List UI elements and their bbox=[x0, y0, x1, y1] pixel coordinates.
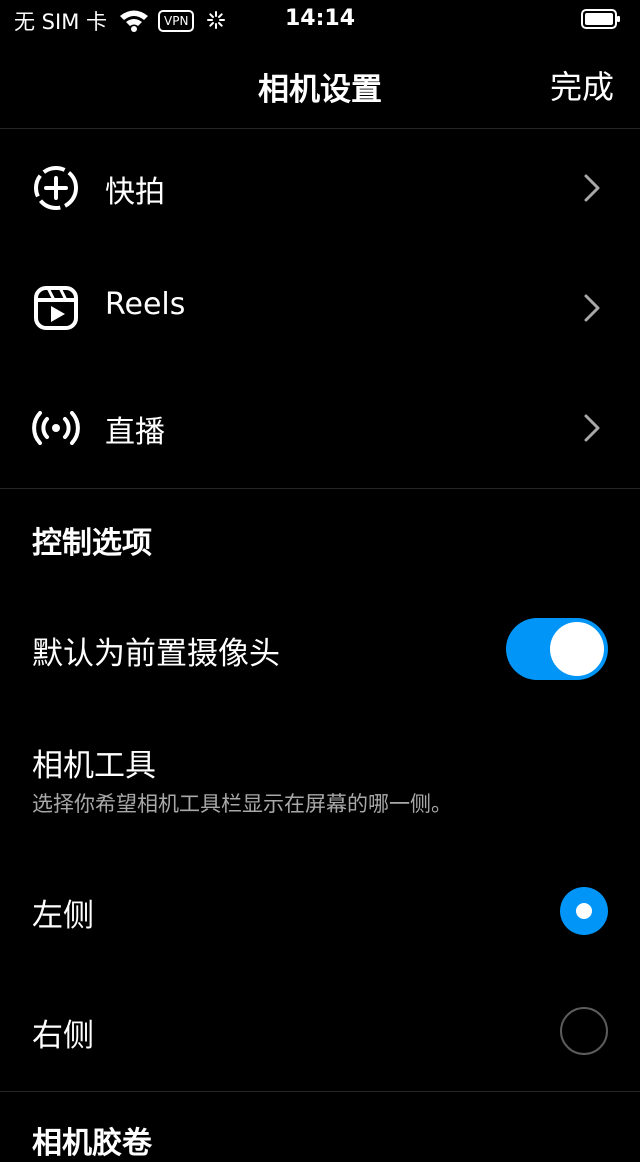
radio-right[interactable] bbox=[560, 1007, 608, 1055]
menu-item-label: Reels bbox=[105, 287, 186, 322]
toggle-knob bbox=[550, 622, 604, 676]
nav-bar: 相机设置 完成 bbox=[0, 40, 640, 129]
chevron-right-icon bbox=[584, 174, 600, 202]
clock: 14:14 bbox=[284, 6, 356, 31]
section-title-controls: 控制选项 bbox=[32, 526, 152, 561]
battery-icon bbox=[581, 9, 620, 29]
camera-tools-subtitle: 选择你希望相机工具栏显示在屏幕的哪一侧。 bbox=[32, 792, 452, 816]
reels-icon bbox=[34, 286, 78, 330]
option-right-label: 右侧 bbox=[32, 1018, 94, 1054]
page-title: 相机设置 bbox=[258, 72, 382, 108]
radio-left[interactable] bbox=[560, 887, 608, 935]
menu-item-label: 直播 bbox=[105, 415, 165, 450]
live-broadcast-icon bbox=[32, 411, 80, 445]
menu-item-story[interactable]: 快拍 bbox=[0, 128, 640, 248]
status-bar: 无 SIM 卡 VPN 14:14 bbox=[0, 0, 640, 40]
front-camera-label: 默认为前置摄像头 bbox=[32, 636, 280, 672]
chevron-right-icon bbox=[584, 414, 600, 442]
menu-item-reels[interactable]: Reels bbox=[0, 248, 640, 368]
option-left-label: 左侧 bbox=[32, 898, 94, 934]
menu-item-label: 快拍 bbox=[105, 175, 165, 210]
front-camera-toggle[interactable] bbox=[506, 618, 608, 680]
menu-item-live[interactable]: 直播 bbox=[0, 368, 640, 488]
section-title-camera-roll: 相机胶卷 bbox=[32, 1126, 152, 1161]
camera-tools-title: 相机工具 bbox=[32, 748, 156, 784]
section-divider bbox=[0, 1091, 640, 1092]
chevron-right-icon bbox=[584, 294, 600, 322]
done-button[interactable]: 完成 bbox=[550, 62, 614, 108]
section-divider bbox=[0, 488, 640, 489]
story-plus-icon bbox=[34, 166, 78, 210]
